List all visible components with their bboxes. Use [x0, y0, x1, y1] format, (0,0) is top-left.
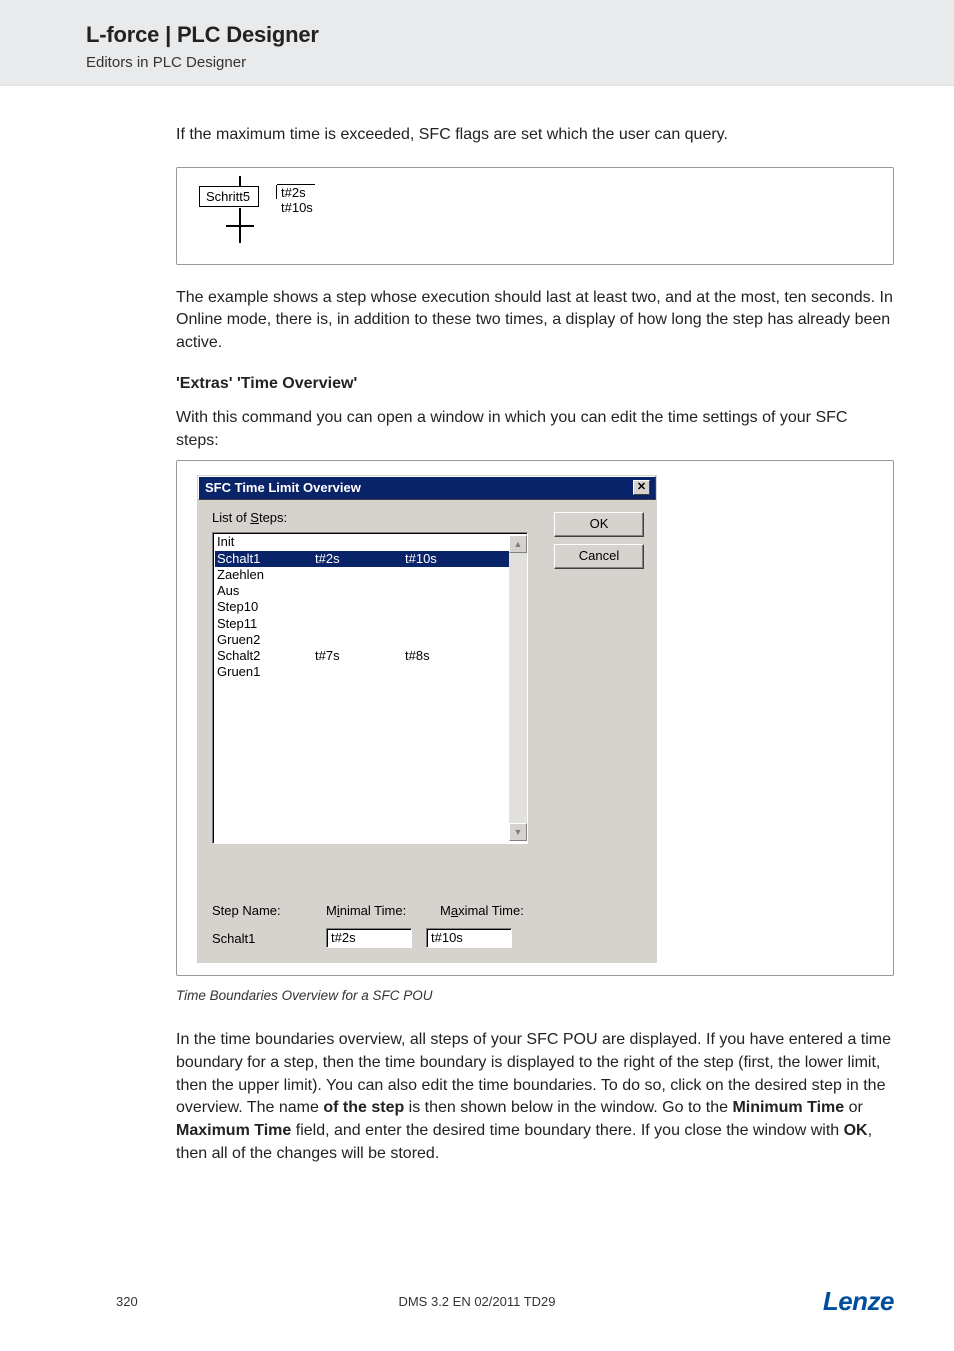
edit-labels-row: Step Name: Minimal Time: Maximal Time: — [212, 903, 540, 918]
minimal-time-input[interactable]: t#2s — [326, 928, 412, 948]
ok-button[interactable]: OK — [554, 512, 644, 537]
list-item[interactable]: Aus — [215, 583, 527, 599]
page-footer: 320 DMS 3.2 EN 02/2011 TD29 Lenze — [0, 1286, 954, 1317]
close-icon[interactable]: ✕ — [633, 480, 650, 495]
maximal-time-input[interactable]: t#10s — [426, 928, 512, 948]
dialog-title-text: SFC Time Limit Overview — [205, 480, 361, 495]
footer-center: DMS 3.2 EN 02/2011 TD29 — [398, 1294, 555, 1309]
page-number: 320 — [116, 1294, 138, 1309]
main-content: If the maximum time is exceeded, SFC fla… — [0, 86, 954, 1166]
list-item[interactable]: Init — [215, 534, 527, 550]
maximal-time-label: Maximal Time: — [440, 903, 540, 918]
section-subheading: 'Extras' 'Time Overview' — [176, 375, 894, 393]
paragraph-1: If the maximum time is exceeded, SFC fla… — [176, 124, 894, 147]
list-item[interactable]: Step10 — [215, 599, 527, 615]
dialog-titlebar[interactable]: SFC Time Limit Overview ✕ — [198, 476, 656, 500]
paragraph-3: With this command you can open a window … — [176, 407, 894, 452]
sfc-t1: t#2s — [281, 185, 306, 200]
step-name-label: Step Name: — [212, 903, 312, 918]
header-bar: L-force | PLC Designer Editors in PLC De… — [0, 0, 954, 86]
cancel-button[interactable]: Cancel — [554, 544, 644, 569]
steps-listbox[interactable]: InitSchalt1t#2st#10sZaehlenAusStep10Step… — [212, 532, 528, 844]
step-name-value: Schalt1 — [212, 931, 312, 946]
list-item[interactable]: Gruen1 — [215, 664, 527, 680]
edit-values-row: Schalt1 t#2s t#10s — [212, 928, 512, 948]
list-item[interactable]: Schalt1t#2st#10s — [215, 551, 527, 567]
sfc-t2: t#10s — [281, 200, 313, 215]
dialog-figure: SFC Time Limit Overview ✕ List of Steps:… — [176, 460, 894, 976]
paragraph-4: In the time boundaries overview, all ste… — [176, 1029, 894, 1165]
list-item[interactable]: Zaehlen — [215, 567, 527, 583]
figure-caption: Time Boundaries Overview for a SFC POU — [176, 988, 894, 1003]
page-title: L-force | PLC Designer — [86, 22, 954, 48]
page-subtitle: Editors in PLC Designer — [86, 54, 954, 71]
scroll-down-icon[interactable]: ▼ — [509, 823, 527, 841]
sfc-time-flag: t#2s t#10s — [277, 184, 315, 216]
scroll-up-icon[interactable]: ▲ — [509, 535, 527, 553]
paragraph-2: The example shows a step whose execution… — [176, 287, 894, 355]
list-item[interactable]: Schalt2t#7st#8s — [215, 648, 527, 664]
sfc-step-figure: Schritt5 t#2s t#10s — [176, 167, 894, 265]
scrollbar[interactable]: ▲ ▼ — [509, 535, 527, 841]
sfc-time-dialog: SFC Time Limit Overview ✕ List of Steps:… — [197, 475, 657, 963]
sfc-step-box: Schritt5 — [199, 186, 259, 207]
list-item[interactable]: Step11 — [215, 616, 527, 632]
lenze-logo: Lenze — [823, 1286, 894, 1317]
list-item[interactable]: Gruen2 — [215, 632, 527, 648]
minimal-time-label: Minimal Time: — [326, 903, 426, 918]
